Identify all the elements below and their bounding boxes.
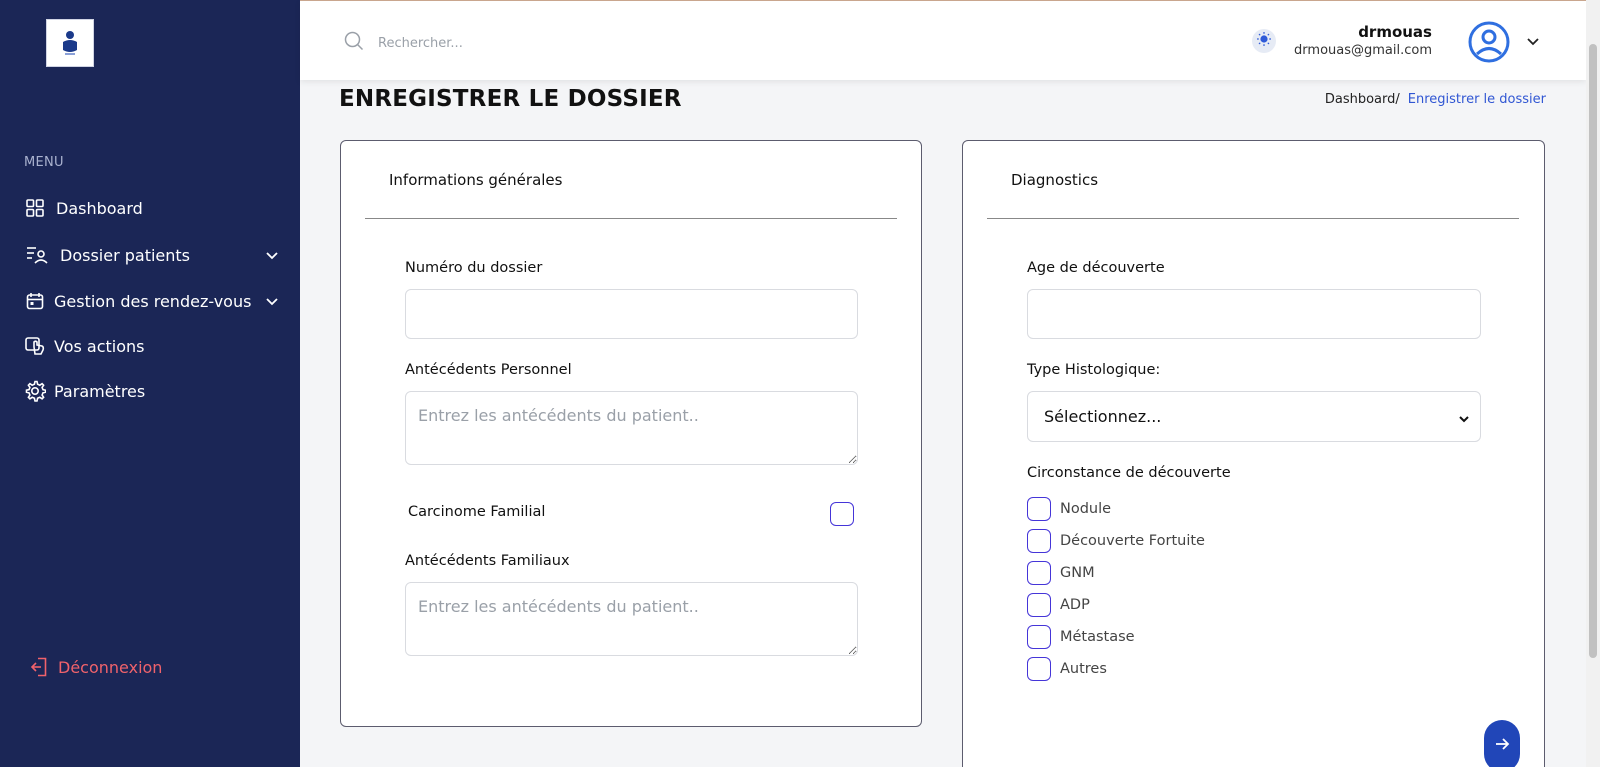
numero-dossier-label: Numéro du dossier [405,260,543,276]
sidebar-item-label: Paramètres [54,381,146,401]
logout-icon [30,657,48,677]
search-icon[interactable] [344,31,364,55]
autres-checkbox[interactable] [1027,657,1051,681]
option-label: ADP [1060,597,1090,613]
age-decouverte-input[interactable] [1027,289,1481,339]
decouverte-fortuite-checkbox[interactable] [1027,529,1051,553]
grid-icon [24,197,46,219]
general-info-card: Informations générales Numéro du dossier… [340,140,922,727]
type-histologique-select[interactable]: Sélectionnez... [1027,391,1481,442]
calendar-icon [24,290,46,312]
user-menu-chevron-icon[interactable] [1526,34,1540,53]
breadcrumb-current[interactable]: Enregistrer le dossier [1408,92,1546,107]
option-decouverte-fortuite[interactable]: Découverte Fortuite [1027,529,1205,553]
gear-icon [24,380,46,402]
option-gnm[interactable]: GNM [1027,561,1095,585]
sidebar-item-rendez-vous[interactable]: Gestion des rendez-vous [24,286,279,316]
card-title: Diagnostics [987,141,1519,219]
search-bar [344,31,678,55]
option-label: Découverte Fortuite [1060,533,1205,549]
search-input[interactable] [378,35,678,51]
actions-icon [24,335,46,357]
type-histologique-label: Type Histologique: [1027,362,1161,378]
clinic-logo[interactable] [46,19,94,67]
chevron-down-icon [1458,410,1470,429]
sidebar-item-parametres[interactable]: Paramètres [24,376,279,406]
scrollbar-thumb[interactable] [1589,44,1597,658]
menu-title: MENU [24,155,64,170]
user-email: drmouas@gmail.com [1294,43,1432,58]
diagnostics-card: Diagnostics Age de découverte Type Histo… [962,140,1545,767]
page-scrollbar[interactable] [1586,0,1600,767]
circonstance-label: Circonstance de découverte [1027,465,1231,481]
antecedents-personnel-textarea[interactable] [405,391,858,465]
option-metastase[interactable]: Métastase [1027,625,1135,649]
top-header: drmouas drmouas@gmail.com [300,0,1586,80]
adp-checkbox[interactable] [1027,593,1051,617]
option-label: GNM [1060,565,1095,581]
user-info[interactable]: drmouas drmouas@gmail.com [1294,23,1432,58]
nodule-checkbox[interactable] [1027,497,1051,521]
user-circle-icon [1468,21,1510,63]
metastase-checkbox[interactable] [1027,625,1051,649]
user-name: drmouas [1358,23,1432,41]
sun-icon [1256,31,1272,51]
numero-dossier-input[interactable] [405,289,858,339]
chevron-down-icon[interactable] [265,294,279,313]
carcinome-familial-label: Carcinome Familial [408,504,546,520]
antecedents-personnel-label: Antécédents Personnel [405,362,572,378]
carcinome-familial-checkbox[interactable] [830,502,854,526]
option-autres[interactable]: Autres [1027,657,1107,681]
option-nodule[interactable]: Nodule [1027,497,1111,521]
chevron-down-icon[interactable] [265,248,279,267]
option-label: Métastase [1060,629,1135,645]
antecedents-familiaux-label: Antécédents Familiaux [405,553,570,569]
logo-icon [63,31,77,55]
card-title: Informations générales [365,141,897,219]
patient-list-icon [26,244,48,266]
page-title: ENREGISTRER LE DOSSIER [339,86,682,112]
next-button[interactable] [1484,720,1520,767]
option-label: Nodule [1060,501,1112,517]
arrow-right-icon [1494,736,1510,756]
sidebar-item-label: Vos actions [54,336,145,356]
logout-label: Déconnexion [58,657,163,677]
breadcrumb: Dashboard/ Enregistrer le dossier [1325,92,1546,107]
breadcrumb-dashboard-link[interactable]: Dashboard/ [1325,92,1400,107]
sidebar-item-label: Dossier patients [60,245,191,265]
option-label: Autres [1060,661,1107,677]
avatar[interactable] [1468,21,1510,63]
antecedents-familiaux-textarea[interactable] [405,582,858,656]
gnm-checkbox[interactable] [1027,561,1051,585]
age-decouverte-label: Age de découverte [1027,260,1165,276]
option-adp[interactable]: ADP [1027,593,1090,617]
theme-toggle-button[interactable] [1252,29,1276,53]
select-value: Sélectionnez... [1044,407,1162,426]
sidebar-item-dashboard[interactable]: Dashboard [24,193,279,223]
sidebar: MENU Dashboard Dossier patients Gestion … [0,0,300,767]
sidebar-item-vos-actions[interactable]: Vos actions [24,331,279,361]
sidebar-item-label: Dashboard [56,198,143,218]
sidebar-item-label: Gestion des rendez-vous [54,291,252,311]
logout-button[interactable]: Déconnexion [30,657,162,677]
sidebar-item-dossier-patients[interactable]: Dossier patients [24,240,279,270]
